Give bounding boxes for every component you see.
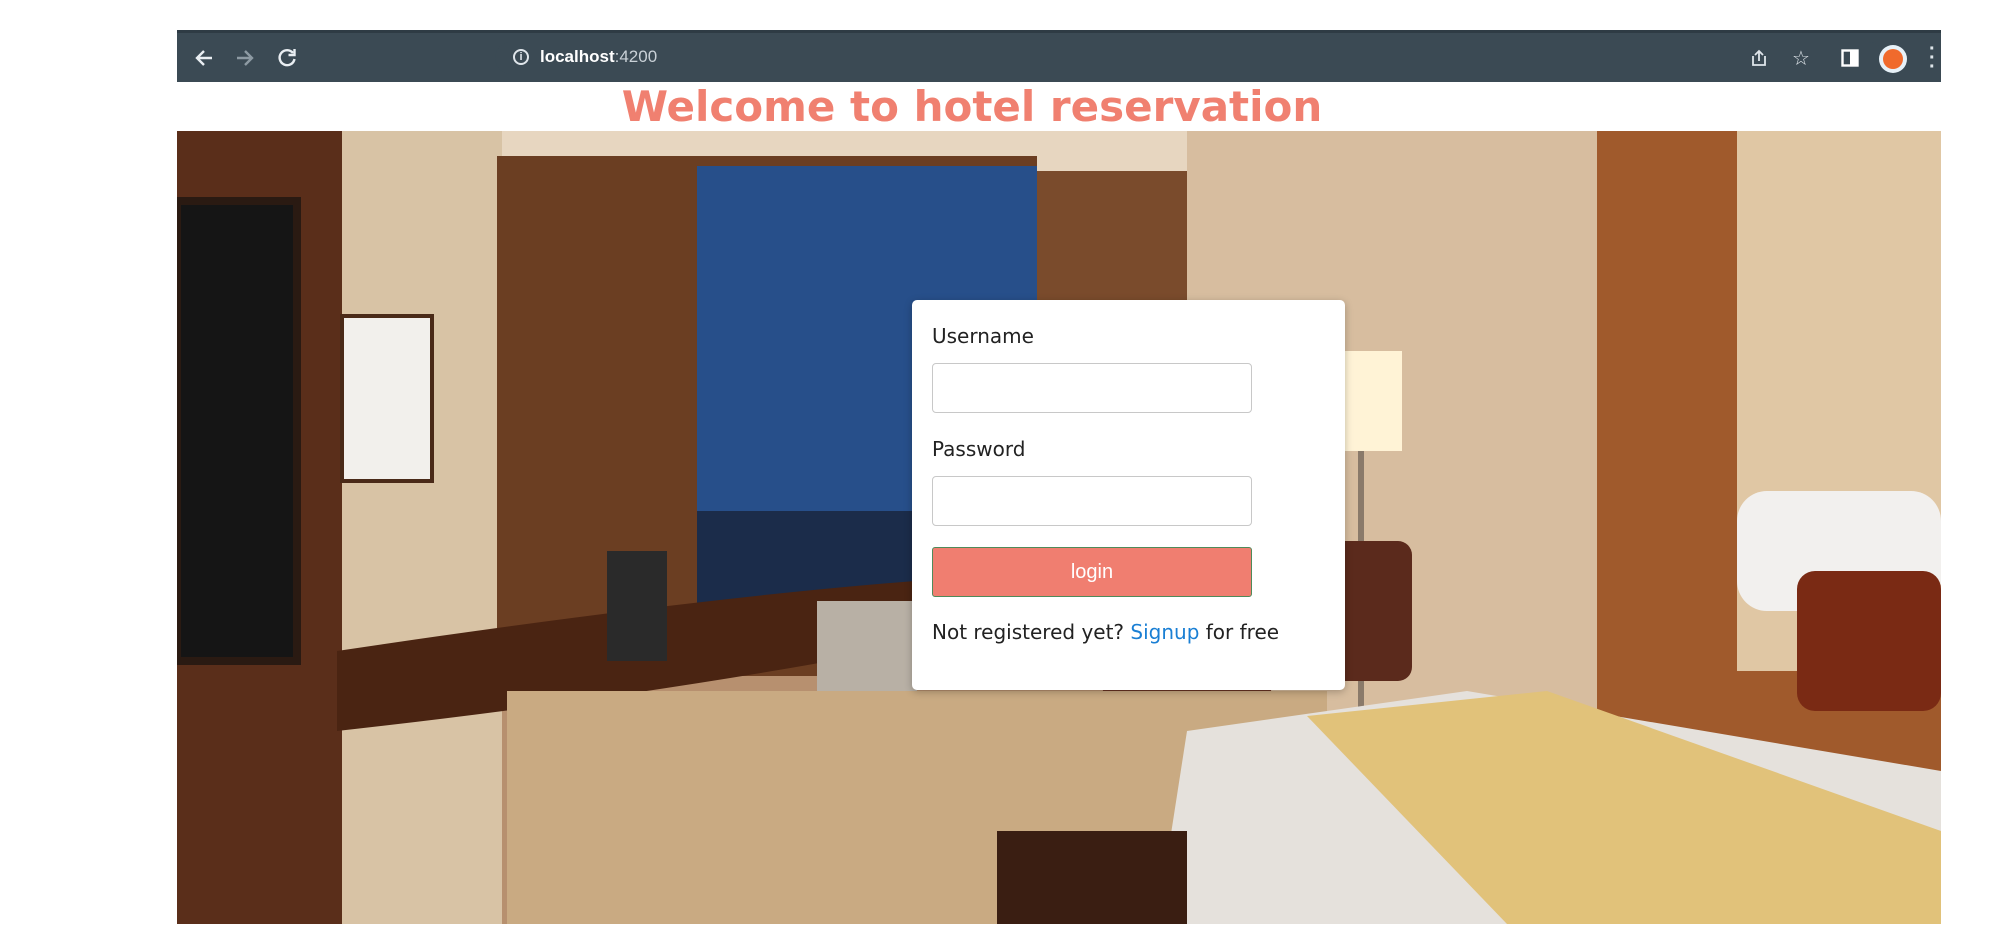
username-input[interactable] [932, 363, 1252, 413]
hotel-room-background-image: Username Password login Not registered y… [177, 131, 1941, 924]
menu-icon[interactable]: · · · [1929, 39, 1937, 77]
password-input[interactable] [932, 476, 1252, 526]
login-card: Username Password login Not registered y… [912, 300, 1345, 690]
avatar-image [1883, 49, 1903, 69]
back-arrow-icon[interactable] [189, 43, 219, 73]
avatar[interactable] [1879, 45, 1907, 73]
url-text: localhost:4200 [540, 47, 657, 67]
signup-prompt: Not registered yet? Signup for free [932, 620, 1279, 644]
username-label: Username [932, 324, 1034, 348]
reload-icon[interactable] [272, 43, 302, 73]
login-button[interactable]: login [932, 547, 1252, 597]
share-icon[interactable] [1745, 44, 1773, 72]
page-title: Welcome to hotel reservation [621, 82, 1323, 131]
url-port: :4200 [614, 47, 658, 66]
forward-arrow-icon[interactable] [230, 43, 260, 73]
signup-prefix-text: Not registered yet? [932, 620, 1131, 644]
signup-suffix-text: for free [1199, 620, 1280, 644]
star-icon[interactable]: ☆ [1787, 44, 1815, 72]
url-host: localhost [540, 47, 615, 66]
signup-link[interactable]: Signup [1130, 620, 1199, 644]
info-icon[interactable]: i [513, 49, 529, 65]
side-panel-icon[interactable] [1836, 44, 1864, 72]
browser-toolbar: i localhost:4200 ☆ · · · [177, 30, 1941, 82]
address-bar[interactable]: i localhost:4200 [495, 42, 1885, 74]
password-label: Password [932, 437, 1026, 461]
